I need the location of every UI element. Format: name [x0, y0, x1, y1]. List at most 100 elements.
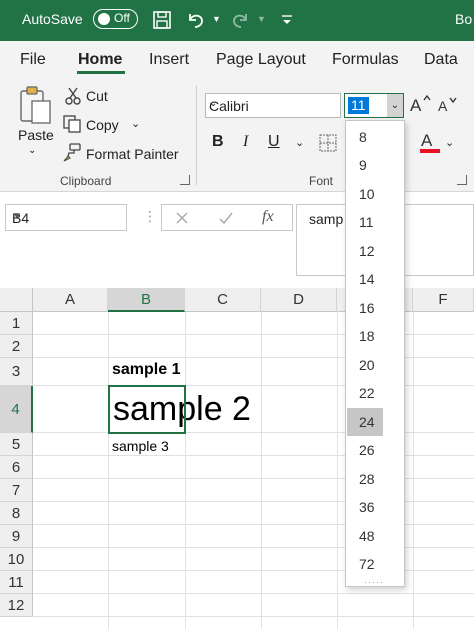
- paste-dropdown-icon[interactable]: ⌄: [28, 145, 36, 156]
- gridline: [413, 312, 414, 629]
- tab-formulas[interactable]: Formulas: [332, 51, 399, 69]
- font-size-option-20[interactable]: 20: [347, 351, 383, 379]
- font-size-option-11[interactable]: 11: [347, 208, 383, 236]
- row-header-1[interactable]: 1: [0, 312, 33, 335]
- column-header-d[interactable]: D: [261, 288, 337, 312]
- cut-button[interactable]: Cut: [86, 88, 108, 104]
- row-header-5[interactable]: 5: [0, 433, 33, 456]
- borders-icon[interactable]: [319, 134, 337, 155]
- gridline: [33, 501, 474, 502]
- row-header-9[interactable]: 9: [0, 525, 33, 548]
- row-header-6[interactable]: 6: [0, 456, 33, 479]
- font-size-option-16[interactable]: 16: [347, 294, 383, 322]
- italic-button[interactable]: I: [243, 133, 248, 151]
- redo-icon[interactable]: [230, 8, 250, 32]
- confirm-entry-icon[interactable]: [218, 210, 234, 229]
- font-color-icon[interactable]: A: [419, 130, 441, 157]
- font-size-combobox[interactable]: 11 ⌄: [344, 93, 404, 118]
- font-size-option-48[interactable]: 48: [347, 522, 383, 550]
- tab-insert[interactable]: Insert: [149, 51, 189, 69]
- gridline: [33, 524, 474, 525]
- tab-file[interactable]: File: [20, 51, 46, 69]
- column-header-b[interactable]: B: [108, 288, 185, 312]
- cancel-entry-icon[interactable]: [174, 210, 190, 229]
- copy-icon[interactable]: [63, 115, 81, 136]
- copy-dropdown-icon[interactable]: ⌄: [131, 117, 140, 130]
- column-header-f[interactable]: F: [413, 288, 474, 312]
- font-launcher-icon[interactable]: [457, 175, 467, 185]
- row-header-11[interactable]: 11: [0, 571, 33, 594]
- undo-icon[interactable]: [186, 8, 206, 32]
- group-separator: [196, 85, 197, 185]
- paste-button[interactable]: Paste: [18, 127, 54, 143]
- row-header-12[interactable]: 12: [0, 594, 33, 617]
- font-size-option-24[interactable]: 24: [347, 408, 383, 436]
- bold-button[interactable]: B: [212, 133, 224, 151]
- row-header-7[interactable]: 7: [0, 479, 33, 502]
- gridline: [33, 385, 474, 386]
- clipboard-group-label: Clipboard: [60, 174, 112, 188]
- font-size-option-22[interactable]: 22: [347, 379, 383, 407]
- row-header-3[interactable]: 3: [0, 358, 33, 386]
- svg-text:A: A: [438, 98, 448, 114]
- formula-bar-grip-icon[interactable]: ⋮: [143, 208, 157, 225]
- name-box-dropdown-icon[interactable]: ▼: [12, 211, 120, 222]
- cell-b5[interactable]: sample 3: [112, 438, 169, 454]
- font-size-dropdown[interactable]: 8 9 10 11 12 14 16 18 20 22 24 26 28 36 …: [345, 120, 405, 587]
- font-size-option-14[interactable]: 14: [347, 265, 383, 293]
- row-header-4[interactable]: 4: [0, 386, 33, 433]
- font-size-option-9[interactable]: 9: [347, 151, 383, 179]
- font-size-option-10[interactable]: 10: [347, 180, 383, 208]
- cell-b3[interactable]: sample 1: [112, 361, 180, 379]
- decrease-font-size-icon[interactable]: A: [438, 96, 460, 119]
- title-bar: AutoSave Off ▼ ▼ Bo: [0, 0, 474, 41]
- cut-icon[interactable]: [64, 87, 82, 108]
- font-size-option-26[interactable]: 26: [347, 436, 383, 464]
- undo-dropdown-icon[interactable]: ▼: [212, 14, 221, 24]
- gridline: [261, 312, 262, 629]
- redo-dropdown-icon[interactable]: ▼: [257, 14, 266, 24]
- gridline: [337, 312, 338, 629]
- name-box[interactable]: B4 ▼: [5, 204, 127, 231]
- font-size-option-36[interactable]: 36: [347, 493, 383, 521]
- row-header-8[interactable]: 8: [0, 502, 33, 525]
- column-header-c[interactable]: C: [185, 288, 261, 312]
- format-painter-icon[interactable]: [62, 142, 82, 165]
- autosave-toggle[interactable]: Off: [93, 9, 138, 29]
- font-size-dropdown-icon[interactable]: ⌄: [387, 94, 403, 117]
- gridline: [185, 312, 186, 629]
- font-color-dropdown-icon[interactable]: ⌄: [445, 136, 454, 149]
- resize-grip-icon[interactable]: ·····: [364, 577, 384, 587]
- font-size-option-12[interactable]: 12: [347, 237, 383, 265]
- underline-dropdown-icon[interactable]: ⌄: [295, 136, 304, 149]
- paste-icon[interactable]: [18, 85, 52, 128]
- increase-font-size-icon[interactable]: A: [410, 94, 432, 117]
- row-header-10[interactable]: 10: [0, 548, 33, 571]
- save-icon[interactable]: [152, 8, 172, 32]
- font-name-dropdown-icon[interactable]: ⌄: [209, 98, 336, 109]
- svg-text:A: A: [410, 96, 422, 114]
- tab-page-layout[interactable]: Page Layout: [216, 51, 306, 69]
- gridline: [33, 616, 474, 617]
- select-all-corner[interactable]: [0, 288, 33, 312]
- font-size-option-72[interactable]: 72: [347, 550, 383, 578]
- tab-home[interactable]: Home: [78, 51, 122, 69]
- gridline: [33, 334, 474, 335]
- format-painter-button[interactable]: Format Painter: [86, 146, 179, 162]
- tab-data[interactable]: Data: [424, 51, 458, 69]
- copy-button[interactable]: Copy: [86, 117, 119, 133]
- gridline: [33, 432, 474, 433]
- font-size-option-18[interactable]: 18: [347, 322, 383, 350]
- font-size-option-28[interactable]: 28: [347, 465, 383, 493]
- font-size-option-8[interactable]: 8: [347, 123, 383, 151]
- font-name-combobox[interactable]: Calibri ⌄: [205, 93, 341, 118]
- font-size-value[interactable]: 11: [348, 97, 369, 114]
- customize-toolbar-icon[interactable]: [280, 8, 294, 32]
- underline-button[interactable]: U: [268, 133, 280, 151]
- column-header-a[interactable]: A: [33, 288, 108, 312]
- row-header-2[interactable]: 2: [0, 335, 33, 358]
- insert-function-icon[interactable]: fx: [262, 208, 274, 226]
- user-name[interactable]: Bo: [455, 11, 472, 27]
- clipboard-launcher-icon[interactable]: [180, 175, 190, 185]
- gridline: [33, 478, 474, 479]
